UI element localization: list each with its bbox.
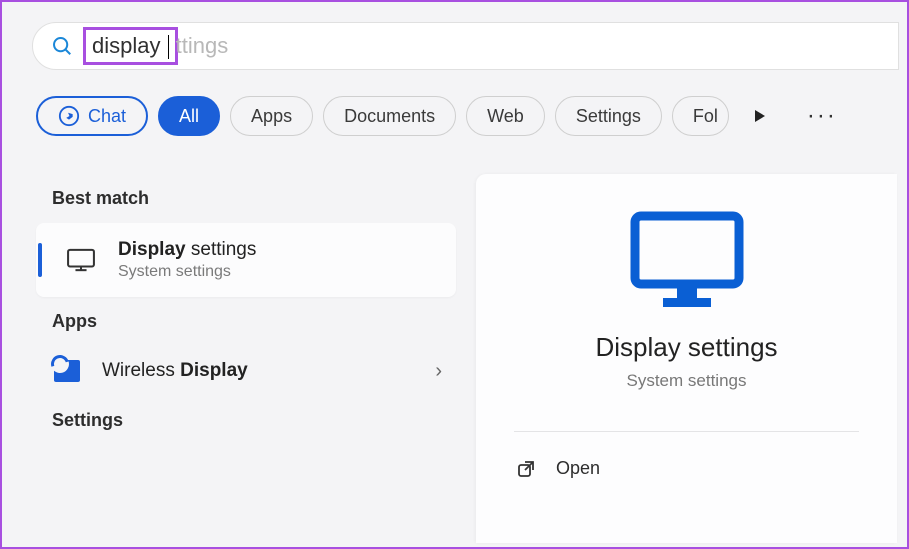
best-match-title: Display settings [118,239,256,261]
section-apps-header: Apps [36,297,456,346]
start-menu-search-panel: display ttings Chat All Apps Documents W… [0,0,909,549]
filter-web[interactable]: Web [466,96,545,136]
detail-title: Display settings [595,332,777,363]
search-icon [51,35,73,57]
detail-subtitle: System settings [627,371,747,391]
monitor-large-icon [627,210,747,310]
open-external-icon [516,459,536,479]
search-input[interactable]: display ttings [32,22,899,70]
filter-chat[interactable]: Chat [36,96,148,136]
results-left-column: Best match Display settings System setti… [36,174,456,445]
filter-all[interactable]: All [158,96,220,136]
app-result-label: Wireless Display [102,360,248,382]
filter-scroll-right[interactable] [747,103,773,129]
filter-folders[interactable]: Fol [672,96,729,136]
section-settings-header: Settings [36,396,456,445]
cast-icon [54,360,80,382]
filter-row: Chat All Apps Documents Web Settings Fol… [36,94,897,138]
search-typed-text: display [83,27,178,65]
chevron-right-icon: › [435,360,442,383]
section-best-match-header: Best match [36,174,456,223]
divider [514,431,859,432]
bing-chat-icon [58,105,80,127]
best-match-result[interactable]: Display settings System settings [36,223,456,297]
filter-settings[interactable]: Settings [555,96,662,136]
app-result-wireless-display[interactable]: Wireless Display › [36,346,456,396]
detail-panel: Display settings System settings Open [476,174,897,543]
search-placeholder-remainder: ttings [176,33,229,59]
filter-apps[interactable]: Apps [230,96,313,136]
best-match-text: Display settings System settings [118,239,256,281]
more-options-button[interactable]: ··· [807,102,837,130]
open-action[interactable]: Open [516,458,600,479]
open-label: Open [556,458,600,479]
play-icon [752,108,768,124]
monitor-icon [66,248,96,272]
filter-documents[interactable]: Documents [323,96,456,136]
best-match-subtitle: System settings [118,263,256,281]
filter-chat-label: Chat [88,106,126,127]
